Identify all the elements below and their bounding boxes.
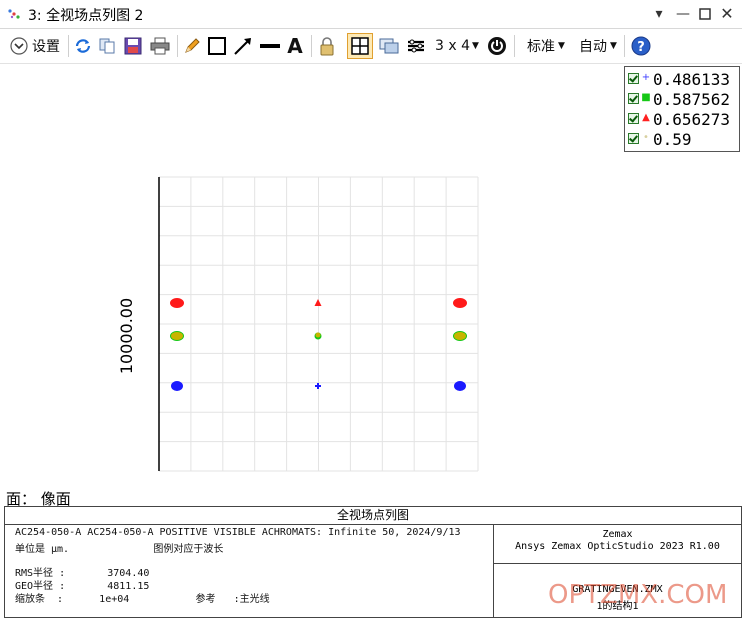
spot-blue-marker [315, 383, 321, 389]
power-button[interactable] [486, 34, 508, 58]
spot-red-cluster [453, 298, 467, 308]
y-axis-label: 10000.00 [117, 298, 136, 374]
wavelength-legend: + 0.486133 ■ 0.587562 ▲ 0.656273 • 0.59 [624, 66, 740, 152]
caret-down-icon: ▼ [472, 41, 479, 51]
info-panel-title: 全视场点列图 [5, 507, 741, 525]
maximize-button[interactable] [694, 4, 716, 24]
line-tool-button[interactable] [258, 34, 282, 58]
legend-checkbox[interactable] [628, 93, 639, 104]
legend-value: 0.486133 [653, 70, 731, 89]
help-button[interactable]: ? [630, 34, 652, 58]
refresh-button[interactable] [72, 34, 94, 58]
plot-grid [158, 176, 479, 472]
spot-red-cluster [170, 298, 184, 308]
arrow-icon [234, 38, 251, 55]
spot-yellow-cluster [315, 332, 321, 338]
legend-checkbox[interactable] [628, 73, 639, 84]
standard-label: 标准 [527, 39, 556, 55]
pencil-icon [185, 38, 200, 53]
refresh-icon [75, 39, 91, 53]
legend-checkbox[interactable] [628, 113, 639, 124]
spot-diagram-app-icon [8, 9, 20, 19]
save-image-button[interactable] [122, 34, 144, 58]
title-bar: 3: 全视场点列图 2 ▾ — ✕ [0, 0, 742, 29]
settings-label: 设置 [32, 39, 60, 55]
legend-value: 0.59 [653, 130, 692, 149]
legend-item[interactable]: • 0.59 [625, 129, 739, 149]
dropdown-chevron-icon[interactable]: ▾ [648, 4, 670, 24]
product-name: Ansys Zemax OpticStudio 2023 R1.00 [515, 541, 720, 552]
watermark: OPTZMX.COM [548, 580, 728, 610]
save-image-icon [124, 37, 142, 55]
layout-select[interactable]: 3 x 4 ▼ [432, 34, 482, 58]
text-a-icon: A [287, 34, 303, 58]
tile-view-button[interactable] [347, 33, 373, 59]
spot-blue-cluster [171, 381, 183, 391]
legend-value: 0.587562 [653, 90, 731, 109]
power-icon [488, 37, 506, 55]
info-details: AC254-050-A AC254-050-A POSITIVE VISIBLE… [5, 525, 494, 617]
line-icon [260, 44, 280, 48]
copy-icon [99, 38, 115, 54]
minimize-button[interactable]: — [672, 4, 694, 24]
close-button[interactable]: ✕ [716, 4, 738, 24]
window-layout-button[interactable] [377, 34, 401, 58]
window-title: 3: 全视场点列图 2 [28, 8, 144, 24]
spot-red-marker [314, 299, 322, 306]
chevron-down-circle-icon [10, 37, 28, 55]
legend-value: 0.656273 [653, 110, 731, 129]
spot-yellow-cluster [454, 332, 466, 340]
lock-button[interactable] [316, 34, 338, 58]
text-tool-button[interactable]: A [284, 34, 306, 58]
svg-text:?: ? [637, 40, 645, 55]
layers-button[interactable] [405, 34, 427, 58]
print-button[interactable] [148, 34, 172, 58]
company-name: Zemax [602, 529, 633, 540]
window-layout-icon [379, 38, 399, 54]
copy-button[interactable] [96, 34, 118, 58]
spot-yellow-cluster [171, 332, 183, 340]
units-note: 单位是 μm. 图例对应于波长 [15, 544, 224, 555]
auto-label: 自动 [579, 39, 608, 55]
arrow-tool-button[interactable] [232, 34, 254, 58]
legend-item[interactable]: ■ 0.587562 [625, 89, 739, 109]
lens-description: AC254-050-A AC254-050-A POSITIVE VISIBLE… [15, 527, 461, 538]
help-icon: ? [631, 36, 651, 56]
scale-bar-reference: 缩放条 : 1e+04 参考 :主光线 [15, 594, 270, 605]
legend-marker: + [641, 72, 651, 83]
lock-icon [320, 37, 334, 56]
legend-checkbox[interactable] [628, 133, 639, 144]
standard-dropdown[interactable]: 标准 ▼ [524, 34, 568, 58]
layers-icon [408, 39, 424, 53]
pencil-tool-button[interactable] [182, 34, 202, 58]
toolbar: 设置 A 3 x 4 ▼ 标准 ▼ 自动 ▼ ? [0, 29, 742, 64]
legend-marker: ▲ [642, 112, 650, 123]
printer-icon [150, 37, 170, 55]
caret-down-icon: ▼ [558, 41, 565, 51]
settings-button[interactable]: 设置 [4, 34, 66, 58]
legend-marker: ■ [641, 92, 651, 103]
layout-label: 3 x 4 [435, 38, 471, 54]
legend-marker: • [643, 132, 649, 143]
tile-view-icon [351, 37, 369, 55]
legend-item[interactable]: ▲ 0.656273 [625, 109, 739, 129]
spot-blue-cluster [454, 381, 466, 391]
auto-dropdown[interactable]: 自动 ▼ [576, 34, 620, 58]
rectangle-tool-button[interactable] [206, 34, 228, 58]
rectangle-icon [208, 37, 226, 55]
caret-down-icon: ▼ [610, 41, 617, 51]
legend-item[interactable]: + 0.486133 [625, 69, 739, 89]
